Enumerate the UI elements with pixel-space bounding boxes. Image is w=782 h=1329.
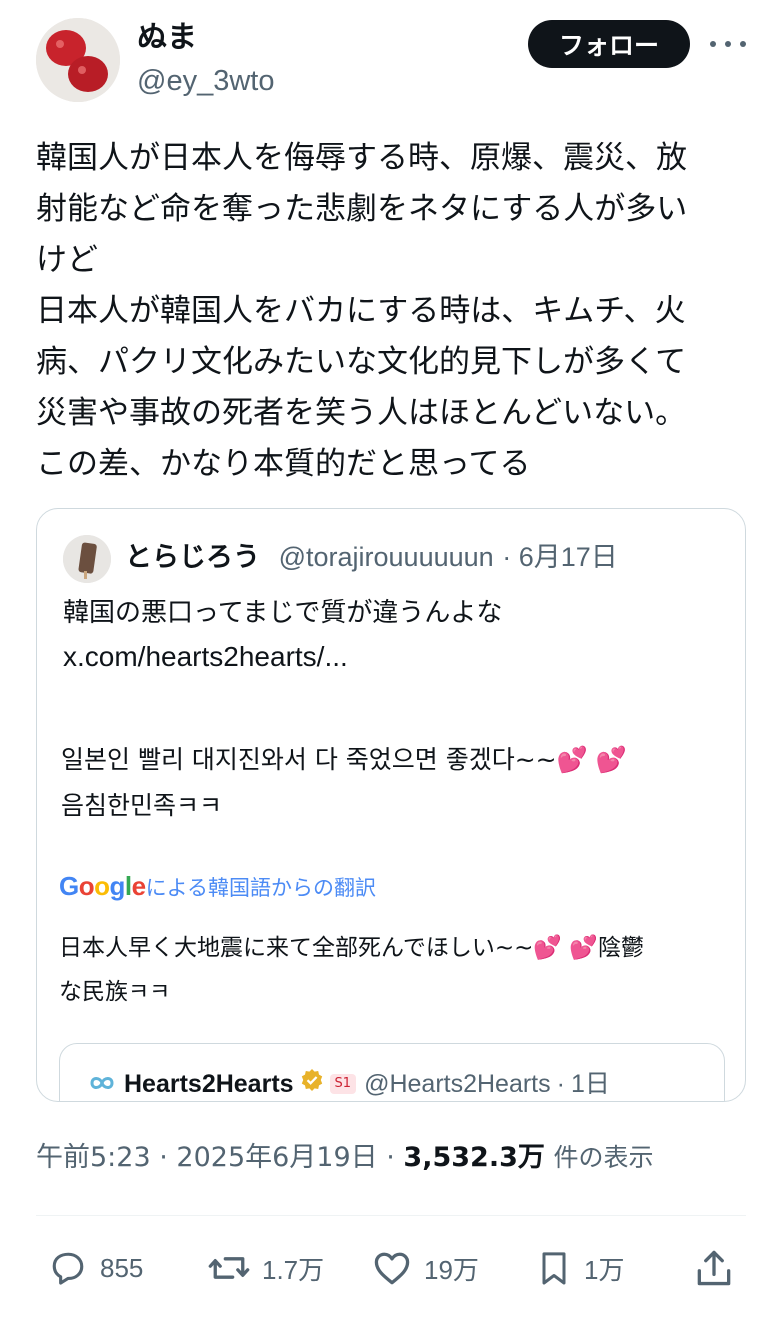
author-handle[interactable]: @ey_3wto [137, 64, 274, 98]
action-bar: 855 1.7万 19万 1万 [36, 1238, 746, 1298]
follow-button[interactable]: フォロー [528, 20, 690, 68]
reply-icon [46, 1246, 90, 1290]
korean-text-line: 일본인 빨리 대지진와서 다 죽었으면 좋겠다~~💕 💕 [61, 739, 721, 781]
divider [36, 1215, 746, 1216]
nested-quote-card[interactable]: Hearts2Hearts S1 @Hearts2Hearts · 1日 [59, 1043, 725, 1101]
tweet-text-line: この差、かなり本質的だと思ってる [36, 446, 531, 482]
tweet-text-line: 韓国人が日本人を侮辱する時、原爆、震災、放 [36, 140, 687, 176]
nested-quote-author[interactable]: Hearts2Hearts [124, 1068, 294, 1100]
korean-text-line: 음침한민족ㅋㅋ [61, 791, 223, 820]
korean-text: 일본인 빨리 대지진와서 다 죽었으면 좋겠다~~ [61, 745, 557, 774]
quote-text: 韓国の悪口ってまじで質が違うんよな [63, 598, 503, 628]
like-button[interactable]: 19万 [370, 1238, 479, 1298]
nested-quote-date[interactable]: 1日 [571, 1068, 610, 1100]
heart-emoji: 💕 [556, 745, 588, 774]
affiliate-badge: S1 [329, 1074, 357, 1094]
brand-logo-icon [90, 1068, 114, 1100]
author-avatar[interactable] [36, 18, 120, 102]
quote-date[interactable]: 6月17日 [519, 542, 618, 572]
separator-dot: · [502, 542, 519, 572]
reply-count: 855 [100, 1252, 144, 1283]
author-name[interactable]: ぬま [137, 20, 197, 56]
google-logo: Google [59, 871, 146, 901]
separator-dot: · [386, 1142, 404, 1173]
more-icon[interactable] [710, 30, 746, 58]
tweet-text-line: 日本人が韓国人をバカにする時は、キムチ、火 [36, 293, 686, 329]
translation-text-line: な民族ㅋㅋ [59, 979, 171, 1005]
heart-emoji: 💕 [595, 745, 627, 774]
quote-author-handle[interactable]: @torajirouuuuuun [279, 542, 494, 572]
heart-emoji: 💕 [533, 935, 563, 961]
quoted-tweet-card[interactable]: とらじろう @torajirouuuuuun · 6月17日 韓国の悪口ってまじ… [36, 508, 746, 1102]
share-button[interactable] [692, 1238, 736, 1298]
heart-emoji: 💕 [569, 935, 598, 961]
translation-attribution[interactable]: Googleによる韓国語からの翻訳 [59, 871, 376, 904]
tweet-text-line: 病、パクリ文化みたいな文化的見下しが多くて [36, 344, 687, 380]
reply-button[interactable]: 855 [46, 1238, 143, 1298]
nested-quote-handle[interactable]: @Hearts2Hearts [364, 1068, 551, 1100]
quote-header: とらじろう @torajirouuuuuun · 6月17日 [125, 539, 618, 576]
separator-dot: · [556, 1070, 565, 1098]
tweet-text-line: けど [36, 242, 98, 278]
bookmark-icon [534, 1246, 574, 1290]
tweet-text-line: 災害や事故の死者を笑う人はほとんどいない。 [36, 395, 687, 431]
repost-count: 1.7万 [262, 1254, 325, 1285]
repost-icon [206, 1246, 252, 1290]
tweet-text-line: 射能など命を奪った悲劇をネタにする人が多い [36, 191, 688, 227]
view-label: 件の表示 [553, 1143, 654, 1172]
quote-link[interactable]: x.com/hearts2hearts/... [63, 635, 723, 679]
nested-quote-header: Hearts2Hearts S1 @Hearts2Hearts · 1日 [90, 1068, 610, 1100]
quote-author-name[interactable]: とらじろう [125, 542, 260, 573]
tweet-date[interactable]: 2025年6月19日 [176, 1142, 377, 1173]
translation-text: 日本人早く大地震に来て全部死んでほしい~~ [59, 935, 534, 961]
quote-avatar[interactable] [63, 535, 111, 583]
bookmark-button[interactable]: 1万 [534, 1238, 624, 1298]
view-count[interactable]: 3,532.3万 [403, 1142, 544, 1173]
tweet-meta: 午前5:23 · 2025年6月19日 · 3,532.3万 件の表示 [36, 1138, 653, 1178]
bookmark-count: 1万 [584, 1254, 625, 1285]
like-count: 19万 [424, 1254, 479, 1285]
translation-label: による韓国語からの翻訳 [145, 876, 376, 900]
translation-text-line: 日本人早く大地震に来て全部死んでほしい~~💕 💕陰鬱 [59, 927, 719, 969]
verified-icon [300, 1068, 324, 1100]
separator-dot: · [159, 1142, 177, 1173]
translation-text-tail: 陰鬱 [598, 935, 644, 961]
tweet-time[interactable]: 午前5:23 [36, 1142, 151, 1173]
repost-button[interactable]: 1.7万 [206, 1238, 324, 1298]
like-icon [370, 1246, 414, 1290]
share-icon [692, 1246, 736, 1290]
